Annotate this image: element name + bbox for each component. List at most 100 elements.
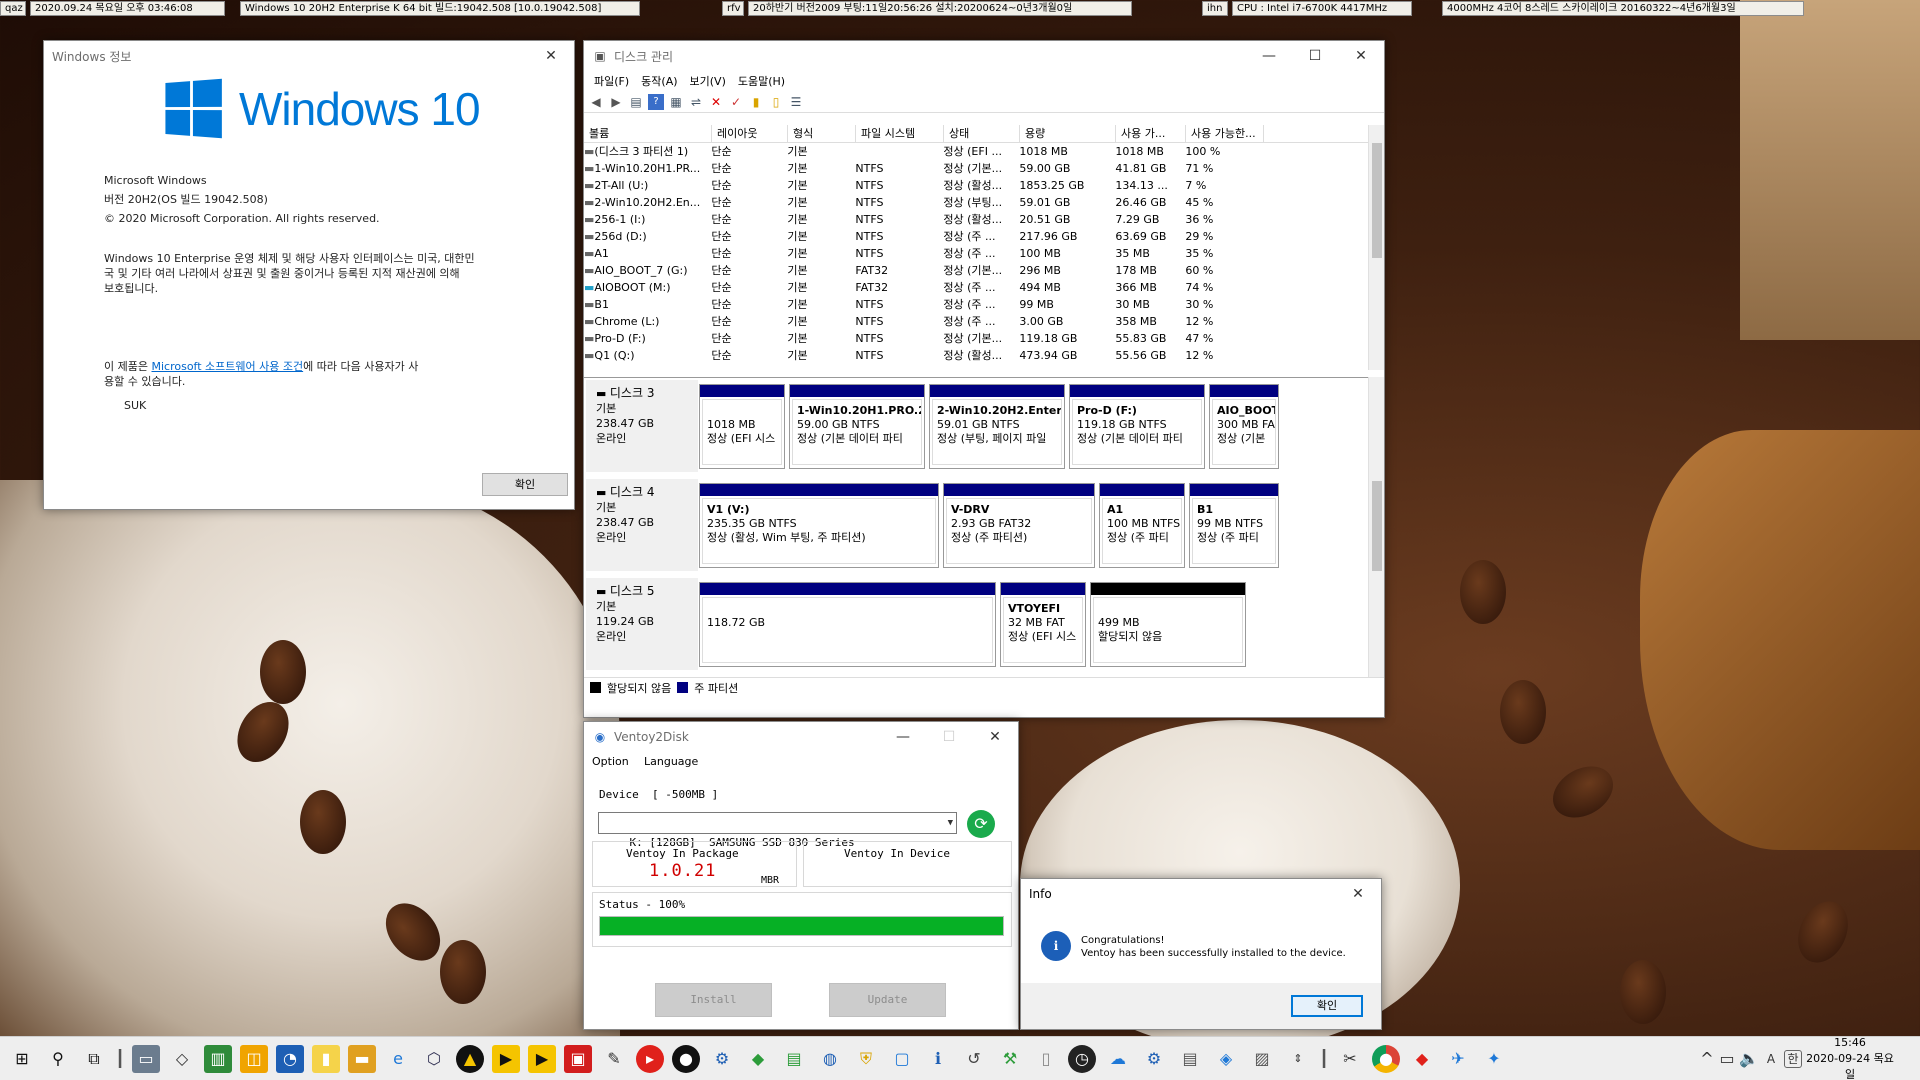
potplayer-alt-icon[interactable]: ▶ (528, 1044, 556, 1073)
partition-block[interactable]: 499 MB 할당되지 않음 (1090, 582, 1246, 667)
notes-icon[interactable]: ▮ (312, 1044, 340, 1073)
menu-help[interactable]: 도움말(H) (736, 73, 795, 89)
update-button[interactable]: Update (829, 983, 946, 1017)
menu-option[interactable]: Option (592, 755, 629, 768)
column-layout[interactable]: 레이아웃 (712, 125, 788, 142)
potplayer-icon[interactable]: ▶ (492, 1044, 520, 1073)
warning-app-icon[interactable]: ▲ (456, 1044, 484, 1073)
info-app-icon[interactable]: ℹ (924, 1045, 952, 1073)
file-explorer-icon[interactable]: ▬ (348, 1044, 376, 1073)
minimize-icon[interactable]: — (1246, 41, 1292, 71)
forward-arrow-icon[interactable]: ▶ (608, 94, 624, 110)
overflow-arrows-icon[interactable]: ⇕ (1284, 1045, 1312, 1073)
partition-block[interactable]: B1 99 MB NTFS 정상 (주 파티 (1189, 483, 1279, 568)
volume-row[interactable]: ▬ A1 단순 기본 NTFS 정상 (주 ... 100 MB 35 MB 35 % (584, 245, 1369, 262)
computer-icon[interactable]: ▭ (132, 1044, 160, 1073)
close-icon[interactable]: ✕ (972, 722, 1018, 752)
browser-icon[interactable]: ◔ (276, 1044, 304, 1073)
column-percent-free[interactable]: 사용 가능한... (1186, 125, 1264, 142)
column-volume[interactable]: 볼륨 (584, 125, 712, 142)
cloud-icon[interactable]: ☁ (1104, 1045, 1132, 1073)
menu-action[interactable]: 동작(A) (639, 73, 687, 89)
volume-row[interactable]: ▬ Q1 (Q:) 단순 기본 NTFS 정상 (활성... 473.94 GB 55.56… (584, 347, 1369, 364)
device-select[interactable]: K: [128GB] SAMSUNG SSD 830 Series ▼ (598, 812, 957, 849)
delete-icon[interactable]: ✕ (708, 94, 724, 110)
properties-icon[interactable]: ▦ (668, 94, 684, 110)
sync-icon[interactable]: ⚙ (708, 1045, 736, 1073)
title-bar[interactable]: Info ✕ (1021, 879, 1381, 909)
media-record-icon[interactable]: ● (672, 1044, 700, 1073)
partition-block[interactable]: A1 100 MB NTFS 정상 (주 파티 (1099, 483, 1185, 568)
volume-row[interactable]: ▬ B1 단순 기본 NTFS 정상 (주 ... 99 MB 30 MB 30 % (584, 296, 1369, 313)
volume-row[interactable]: ▬ 2T-All (U:) 단순 기본 NTFS 정상 (활성... 1853.25 GB… (584, 177, 1369, 194)
column-status[interactable]: 상태 (944, 125, 1020, 142)
partition-block[interactable]: 1-Win10.20H1.PRO.2 59.00 GB NTFS 정상 (기본 데이… (789, 384, 925, 469)
disk-label[interactable]: ▬ 디스크 4 기본 238.47 GB 온라인 (586, 479, 698, 571)
colorful-app-icon[interactable]: ◆ (1408, 1045, 1436, 1073)
disk-view-scrollbar[interactable] (1368, 377, 1384, 677)
globe-icon[interactable]: ◍ (816, 1045, 844, 1073)
connect-drive-icon[interactable]: ⇌ (688, 94, 704, 110)
ime-hangul[interactable]: 한 (1784, 1049, 1802, 1068)
partition-block[interactable]: Pro-D (F:) 119.18 GB NTFS 정상 (기본 데이터 파티 (1069, 384, 1205, 469)
volume-row[interactable]: ▬ 2-Win10.20H2.En... 단순 기본 NTFS 정상 (부팅... 59.… (584, 194, 1369, 211)
folder-open-icon[interactable]: ▮ (748, 94, 764, 110)
task-view-icon[interactable]: ⧉ (80, 1045, 108, 1073)
scrollbar-thumb[interactable] (1372, 481, 1382, 571)
volume-row[interactable]: ▬ Pro-D (F:) 단순 기본 NTFS 정상 (기본... 119.18 GB 55… (584, 330, 1369, 347)
close-icon[interactable]: ✕ (1335, 879, 1381, 909)
volume-icon[interactable]: 🔈 (1739, 1045, 1759, 1073)
disk-label[interactable]: ▬ 디스크 3 기본 238.47 GB 온라인 (586, 380, 698, 472)
volume-row[interactable]: ▬ 1-Win10.20H1.PR... 단순 기본 NTFS 정상 (기본... 59.… (584, 160, 1369, 177)
gear-app-icon[interactable]: ⚙ (1140, 1045, 1168, 1073)
screenshot-icon[interactable]: ▨ (1248, 1045, 1276, 1073)
partition-block[interactable]: 118.72 GB (699, 582, 996, 667)
ok-button[interactable]: 확인 (1291, 995, 1363, 1017)
volume-row[interactable]: ▬ 256-1 (I:) 단순 기본 NTFS 정상 (활성... 20.51 GB 7.2… (584, 211, 1369, 228)
chrome-icon[interactable]: ● (1372, 1044, 1400, 1073)
volume-row[interactable]: ▬ (디스크 3 파티션 1) 단순 기본 정상 (EFI ... 1018 MB 101… (584, 143, 1369, 160)
ime-mode[interactable]: A (1762, 1045, 1780, 1073)
clock[interactable]: 15:46 2020-09-24 목요일 (1804, 1035, 1896, 1080)
volume-row[interactable]: ▬ AIOBOOT (M:) 단순 기본 FAT32 정상 (주 ... 494 MB 36… (584, 279, 1369, 296)
app-window-icon[interactable]: ◫ (240, 1044, 268, 1073)
show-hide-tree-icon[interactable]: ▤ (628, 94, 644, 110)
disk-tool-icon[interactable]: ▤ (780, 1045, 808, 1073)
history-icon[interactable]: ↺ (960, 1045, 988, 1073)
partition-block[interactable]: AIO_BOOT 300 MB FA 정상 (기본 (1209, 384, 1279, 469)
install-button[interactable]: Install (655, 983, 772, 1017)
column-filesystem[interactable]: 파일 시스템 (856, 125, 944, 142)
back-arrow-icon[interactable]: ◀ (588, 94, 604, 110)
clock-app-icon[interactable]: ◷ (1068, 1044, 1096, 1073)
volume-row[interactable]: ▬ AIO_BOOT_7 (G:) 단순 기본 FAT32 정상 (기본... 296 M… (584, 262, 1369, 279)
partition-block[interactable]: 2-Win10.20H2.Enterp 59.01 GB NTFS 정상 (부팅, … (929, 384, 1065, 469)
partition-block[interactable]: V1 (V:) 235.35 GB NTFS 정상 (활성, Wim 부팅, 주 파… (699, 483, 939, 568)
ok-button[interactable]: 확인 (482, 473, 568, 496)
column-capacity[interactable]: 용량 (1020, 125, 1116, 142)
search-icon[interactable]: ⚲ (44, 1045, 72, 1073)
internet-explorer-icon[interactable]: e (384, 1045, 412, 1073)
volume-list-scrollbar[interactable] (1368, 125, 1384, 370)
package-icon[interactable]: ⬡ (420, 1045, 448, 1073)
network-tray-icon[interactable]: ▭ (1718, 1045, 1736, 1073)
partition-block[interactable]: 1018 MB 정상 (EFI 시스 (699, 384, 785, 469)
column-type[interactable]: 형식 (788, 125, 856, 142)
media-player-icon[interactable]: ▸ (636, 1044, 664, 1073)
red-app-icon[interactable]: ▣ (564, 1044, 592, 1073)
volume-row[interactable]: ▬ 256d (D:) 단순 기본 NTFS 정상 (주 ... 217.96 GB 63.… (584, 228, 1369, 245)
tools-icon[interactable]: ⚒ (996, 1045, 1024, 1073)
network-icon[interactable]: ◈ (1212, 1045, 1240, 1073)
license-terms-link[interactable]: Microsoft 소프트웨어 사용 조건 (151, 360, 303, 373)
menu-file[interactable]: 파일(F) (592, 73, 639, 89)
start-windows-icon[interactable]: ⊞ (8, 1045, 36, 1073)
menu-view[interactable]: 보기(V) (688, 73, 736, 89)
scissors-icon[interactable]: ✂ (1336, 1045, 1364, 1073)
menu-language[interactable]: Language (644, 755, 698, 768)
close-icon[interactable]: ✕ (528, 41, 574, 71)
list-view-icon[interactable]: ☰ (788, 94, 804, 110)
title-bar[interactable]: ▣ 디스크 관리 — ☐ ✕ (584, 41, 1384, 71)
diamond-app-icon[interactable]: ◆ (744, 1045, 772, 1073)
search-folder-icon[interactable]: ▯ (768, 94, 784, 110)
check-icon[interactable]: ✓ (728, 94, 744, 110)
column-free-space[interactable]: 사용 가... (1116, 125, 1186, 142)
